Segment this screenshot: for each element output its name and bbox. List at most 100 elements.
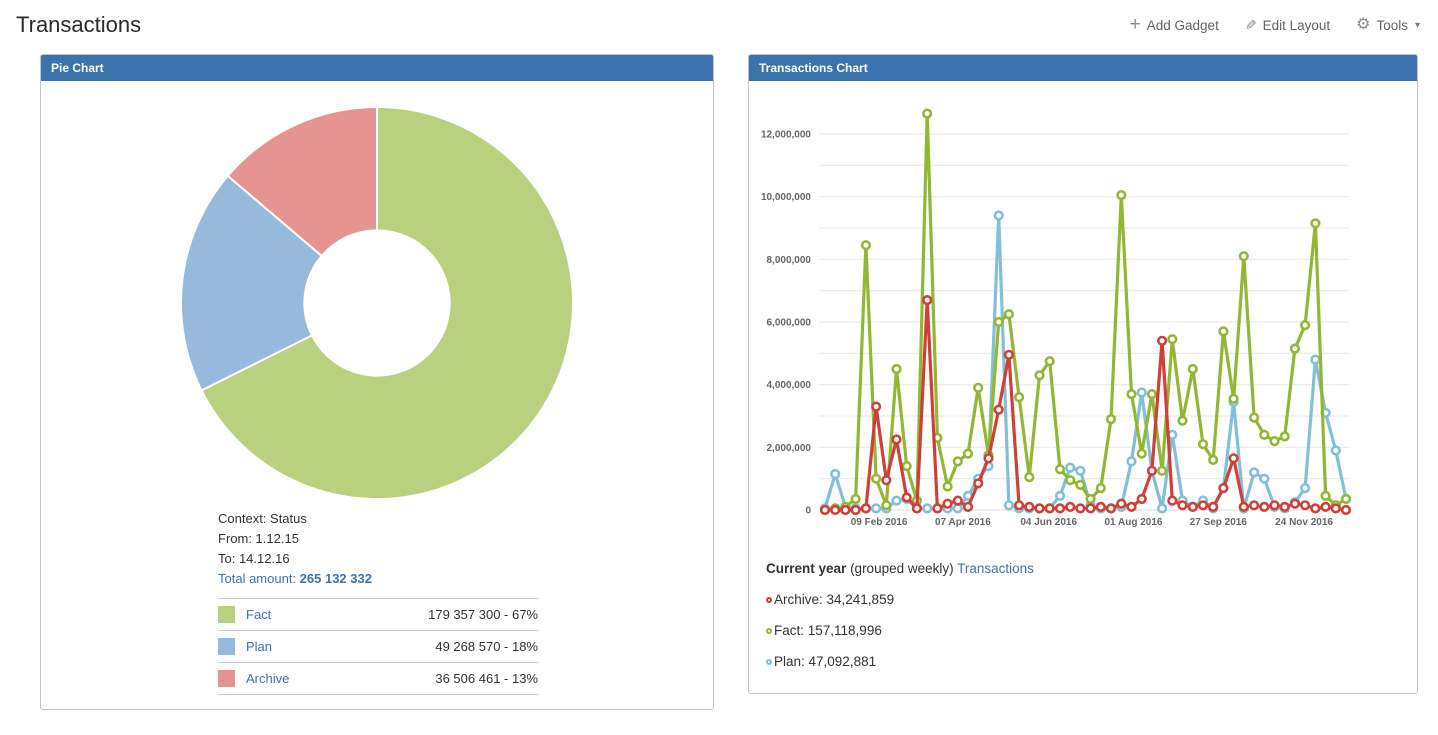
archive-data-point[interactable] <box>1107 505 1115 513</box>
fact-data-point[interactable] <box>1118 191 1126 199</box>
archive-data-point[interactable] <box>893 436 901 444</box>
fact-data-point[interactable] <box>1220 328 1228 336</box>
fact-data-point[interactable] <box>1169 335 1177 343</box>
fact-data-point[interactable] <box>1087 495 1095 503</box>
add-gadget-button[interactable]: + Add Gadget <box>1130 17 1219 34</box>
archive-data-point[interactable] <box>1250 502 1258 510</box>
archive-data-point[interactable] <box>862 505 870 513</box>
archive-data-point[interactable] <box>1281 503 1289 511</box>
archive-data-point[interactable] <box>934 505 942 513</box>
archive-data-point[interactable] <box>1332 505 1340 513</box>
archive-data-point[interactable] <box>1342 506 1350 514</box>
plan-data-point[interactable] <box>954 505 962 513</box>
fact-data-point[interactable] <box>1128 390 1136 398</box>
archive-data-point[interactable] <box>985 455 993 463</box>
fact-data-point[interactable] <box>1097 484 1105 492</box>
archive-data-point[interactable] <box>1261 503 1269 511</box>
plan-data-point[interactable] <box>923 505 931 513</box>
fact-data-point[interactable] <box>923 110 931 118</box>
transactions-link[interactable]: Transactions <box>957 561 1034 576</box>
archive-data-point[interactable] <box>1271 502 1279 510</box>
archive-data-point[interactable] <box>1118 500 1126 508</box>
archive-data-point[interactable] <box>974 480 982 488</box>
archive-data-point[interactable] <box>1026 503 1034 511</box>
fact-data-point[interactable] <box>964 450 972 458</box>
plan-data-point[interactable] <box>1066 464 1074 472</box>
fact-data-point[interactable] <box>1026 473 1034 481</box>
fact-data-point[interactable] <box>1291 345 1299 353</box>
archive-data-point[interactable] <box>852 506 860 514</box>
archive-data-point[interactable] <box>1046 505 1054 513</box>
archive-data-point[interactable] <box>944 500 952 508</box>
fact-data-point[interactable] <box>883 502 891 510</box>
fact-data-point[interactable] <box>1261 431 1269 439</box>
pie-donut-chart[interactable] <box>178 104 576 502</box>
plan-data-point[interactable] <box>1158 505 1166 513</box>
pie-chart-gadget-header[interactable]: Pie Chart <box>41 55 713 81</box>
plan-data-point[interactable] <box>995 212 1003 220</box>
archive-data-point[interactable] <box>831 506 839 514</box>
fact-data-point[interactable] <box>1250 414 1258 422</box>
archive-data-point[interactable] <box>1230 455 1238 463</box>
archive-data-point[interactable] <box>1179 502 1187 510</box>
fact-data-point[interactable] <box>1046 357 1054 365</box>
fact-data-point[interactable] <box>1077 481 1085 489</box>
fact-data-point[interactable] <box>1015 393 1023 401</box>
plan-data-point[interactable] <box>1312 356 1320 364</box>
plan-data-point[interactable] <box>1301 484 1309 492</box>
fact-data-point[interactable] <box>1158 467 1166 475</box>
archive-data-point[interactable] <box>1015 502 1023 510</box>
fact-data-point[interactable] <box>1322 492 1330 500</box>
fact-data-point[interactable] <box>1148 390 1156 398</box>
archive-legend-link[interactable]: Archive <box>246 671 289 686</box>
fact-data-point[interactable] <box>1271 437 1279 445</box>
fact-data-point[interactable] <box>1056 466 1064 474</box>
fact-data-point[interactable] <box>1107 415 1115 423</box>
fact-data-point[interactable] <box>1209 456 1217 464</box>
fact-data-point[interactable] <box>1342 495 1350 503</box>
archive-data-point[interactable] <box>903 494 911 502</box>
archive-data-point[interactable] <box>1189 503 1197 511</box>
archive-data-point[interactable] <box>821 506 829 514</box>
archive-data-point[interactable] <box>1291 500 1299 508</box>
archive-data-point[interactable] <box>1240 503 1248 511</box>
archive-data-point[interactable] <box>1301 502 1309 510</box>
fact-data-point[interactable] <box>852 495 860 503</box>
archive-data-point[interactable] <box>1097 503 1105 511</box>
fact-data-point[interactable] <box>1189 365 1197 373</box>
fact-data-point[interactable] <box>903 462 911 470</box>
fact-data-point[interactable] <box>1230 395 1238 403</box>
archive-data-point[interactable] <box>1220 484 1228 492</box>
plan-data-point[interactable] <box>1056 492 1064 500</box>
plan-data-point[interactable] <box>1077 467 1085 475</box>
archive-data-point[interactable] <box>1128 503 1136 511</box>
archive-data-point[interactable] <box>1199 502 1207 510</box>
archive-data-point[interactable] <box>842 506 850 514</box>
fact-data-point[interactable] <box>1179 417 1187 425</box>
plan-legend-link[interactable]: Plan <box>246 639 272 654</box>
archive-data-point[interactable] <box>1158 337 1166 345</box>
archive-data-point[interactable] <box>1322 503 1330 511</box>
archive-data-point[interactable] <box>1209 503 1217 511</box>
fact-data-point[interactable] <box>1281 433 1289 441</box>
archive-data-point[interactable] <box>872 403 880 411</box>
fact-data-point[interactable] <box>1312 220 1320 228</box>
archive-data-point[interactable] <box>995 406 1003 414</box>
fact-data-point[interactable] <box>1240 252 1248 260</box>
archive-data-point[interactable] <box>1148 467 1156 475</box>
tools-dropdown-button[interactable]: ⚙ Tools ▾ <box>1356 17 1420 33</box>
fact-legend-link[interactable]: Fact <box>246 607 271 622</box>
plan-data-point[interactable] <box>1332 447 1340 455</box>
fact-data-point[interactable] <box>1199 440 1207 448</box>
plan-data-point[interactable] <box>1138 389 1146 397</box>
fact-data-point[interactable] <box>1138 450 1146 458</box>
archive-data-point[interactable] <box>1138 495 1146 503</box>
archive-data-point[interactable] <box>883 476 891 484</box>
archive-data-point[interactable] <box>1312 505 1320 513</box>
fact-data-point[interactable] <box>954 458 962 466</box>
archive-data-point[interactable] <box>1005 351 1013 359</box>
fact-data-point[interactable] <box>1036 372 1044 380</box>
fact-data-point[interactable] <box>893 365 901 373</box>
plan-data-point[interactable] <box>1261 475 1269 483</box>
transactions-line-chart[interactable]: 02,000,0004,000,0006,000,0008,000,00010,… <box>749 81 1417 541</box>
